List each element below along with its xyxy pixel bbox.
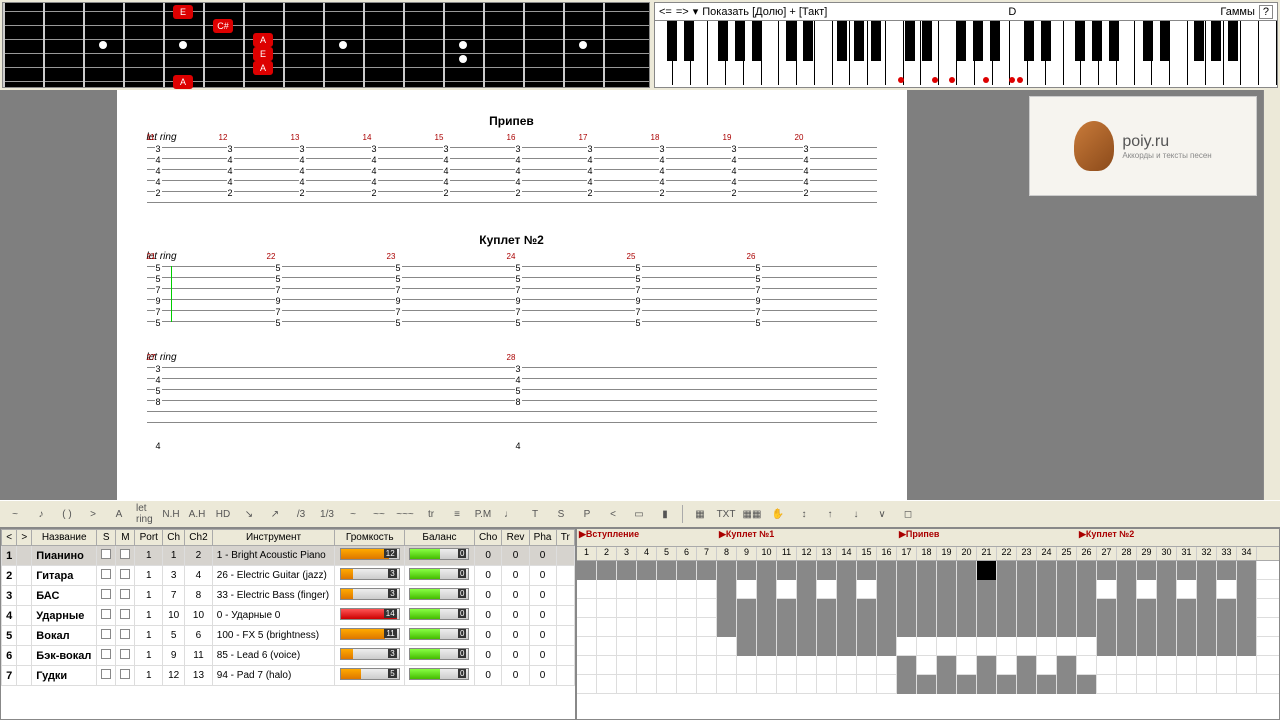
timeline-row[interactable] xyxy=(577,618,1279,637)
tool-button[interactable]: ✋ xyxy=(769,505,787,523)
tab-viewport[interactable]: Припев let ring 111213141516171819203444… xyxy=(0,90,1023,500)
track-row[interactable]: 3БАС17833 - Electric Bass (finger)30000 xyxy=(2,586,575,606)
tool-button[interactable]: ( ) xyxy=(58,505,76,523)
timeline-marker[interactable]: ▶Куплет №2 xyxy=(1079,529,1134,540)
tool-button[interactable]: < xyxy=(604,505,622,523)
timeline-marker[interactable]: ▶Припев xyxy=(899,529,939,540)
tool-button[interactable]: ▦ xyxy=(691,505,709,523)
tool-button[interactable]: ↓ xyxy=(847,505,865,523)
track-row[interactable]: 2Гитара13426 - Electric Guitar (jazz)300… xyxy=(2,566,575,586)
piano-key: D xyxy=(1008,6,1016,18)
piano-scales[interactable]: Гаммы xyxy=(1220,6,1255,18)
section-chorus: Припев xyxy=(147,114,877,128)
timeline-marker[interactable]: ▶Вступление xyxy=(579,529,639,540)
timeline-row[interactable] xyxy=(577,637,1279,656)
tool-button[interactable]: 1/3 xyxy=(318,505,336,523)
tool-button[interactable]: > xyxy=(84,505,102,523)
section-verse2: Куплет №2 xyxy=(147,233,877,247)
guitar-icon xyxy=(1074,121,1114,171)
tool-button[interactable]: ▭ xyxy=(630,505,648,523)
notation-toolbar: ~♪( )>Alet ringN.HA.HHD↘↗/31/3~~~~~~tr≡P… xyxy=(0,500,1280,528)
tool-button[interactable]: ↑ xyxy=(821,505,839,523)
timeline[interactable]: ▶Вступление▶Куплет №1▶Припев▶Куплет №212… xyxy=(576,528,1280,720)
track-row[interactable]: 5Вокал156100 - FX 5 (brightness)110000 xyxy=(2,626,575,646)
tool-button[interactable]: T xyxy=(526,505,544,523)
timeline-row[interactable] xyxy=(577,656,1279,675)
tool-button[interactable]: P xyxy=(578,505,596,523)
fret-note: A xyxy=(253,33,273,47)
tool-button[interactable]: ◻ xyxy=(899,505,917,523)
track-row[interactable]: 4Ударные110100 - Ударные 0140000 xyxy=(2,606,575,626)
sidebar: poiy.ru Аккорды и тексты песен xyxy=(1023,90,1263,500)
track-row[interactable]: 7Гудки1121394 - Pad 7 (halo)50000 xyxy=(2,666,575,686)
tool-button[interactable]: TXT xyxy=(717,505,735,523)
tool-button[interactable]: ∨ xyxy=(873,505,891,523)
tool-button[interactable]: ↗ xyxy=(266,505,284,523)
timeline-row[interactable] xyxy=(577,580,1279,599)
tool-button[interactable]: /3 xyxy=(292,505,310,523)
tool-button[interactable]: ▮ xyxy=(656,505,674,523)
logo-subtitle: Аккорды и тексты песен xyxy=(1122,151,1211,160)
fret-note: E xyxy=(253,47,273,61)
site-logo[interactable]: poiy.ru Аккорды и тексты песен xyxy=(1029,96,1257,196)
piano-keyboard[interactable] xyxy=(655,21,1277,85)
tool-button[interactable]: ~ xyxy=(6,505,24,523)
fret-note: A xyxy=(173,75,193,89)
piano-nav-fwd[interactable]: => xyxy=(676,6,689,18)
piano-show-label[interactable]: Показать [Долю] + [Такт] xyxy=(702,6,827,18)
tool-button[interactable]: HD xyxy=(214,505,232,523)
fret-note: C# xyxy=(213,19,233,33)
tab-system-1: 1112131415161718192034442344423444234442… xyxy=(147,147,877,203)
tool-button[interactable]: ≡ xyxy=(448,505,466,523)
piano-panel: <= => ▾ Показать [Долю] + [Такт] D Гаммы… xyxy=(654,2,1278,88)
track-row[interactable]: 1Пианино1121 - Bright Acoustic Piano1200… xyxy=(2,546,575,566)
tool-button[interactable]: tr xyxy=(422,505,440,523)
tab-system-2: 2122232425265579755579755579755579755579… xyxy=(147,266,877,322)
help-icon[interactable]: ? xyxy=(1259,5,1273,19)
tool-button[interactable]: ▦▦ xyxy=(743,505,761,523)
tool-button[interactable]: ~ xyxy=(344,505,362,523)
piano-nav-back[interactable]: <= xyxy=(659,6,672,18)
tab-paper: Припев let ring 111213141516171819203444… xyxy=(117,90,907,500)
tool-button[interactable]: P.M xyxy=(474,505,492,523)
tool-button[interactable]: ~~~ xyxy=(396,505,414,523)
timeline-row[interactable] xyxy=(577,599,1279,618)
track-list[interactable]: <>НазваниеSMPortChCh2ИнструментГромкость… xyxy=(0,528,576,720)
fret-note: E xyxy=(173,5,193,19)
vertical-scrollbar[interactable] xyxy=(1263,90,1280,500)
tool-button[interactable]: S xyxy=(552,505,570,523)
timeline-row[interactable] xyxy=(577,561,1279,580)
track-row[interactable]: 6Бэк-вокал191185 - Lead 6 (voice)30000 xyxy=(2,646,575,666)
tool-button[interactable]: A.H xyxy=(188,505,206,523)
tool-button[interactable]: ~~ xyxy=(370,505,388,523)
timeline-row[interactable] xyxy=(577,675,1279,694)
tool-button[interactable]: ♩ xyxy=(500,505,518,523)
guitar-fretboard[interactable]: EC#AEAA xyxy=(2,2,650,88)
tool-button[interactable]: ↘ xyxy=(240,505,258,523)
fret-note: A xyxy=(253,61,273,75)
tool-button[interactable]: A xyxy=(110,505,128,523)
timeline-marker[interactable]: ▶Куплет №1 xyxy=(719,529,774,540)
tab-system-3: 27283458434584 xyxy=(147,367,877,423)
tool-button[interactable]: let ring xyxy=(136,505,154,523)
tool-button[interactable]: N.H xyxy=(162,505,180,523)
logo-title: poiy.ru xyxy=(1122,133,1211,151)
tool-button[interactable]: ↕ xyxy=(795,505,813,523)
tool-button[interactable]: ♪ xyxy=(32,505,50,523)
